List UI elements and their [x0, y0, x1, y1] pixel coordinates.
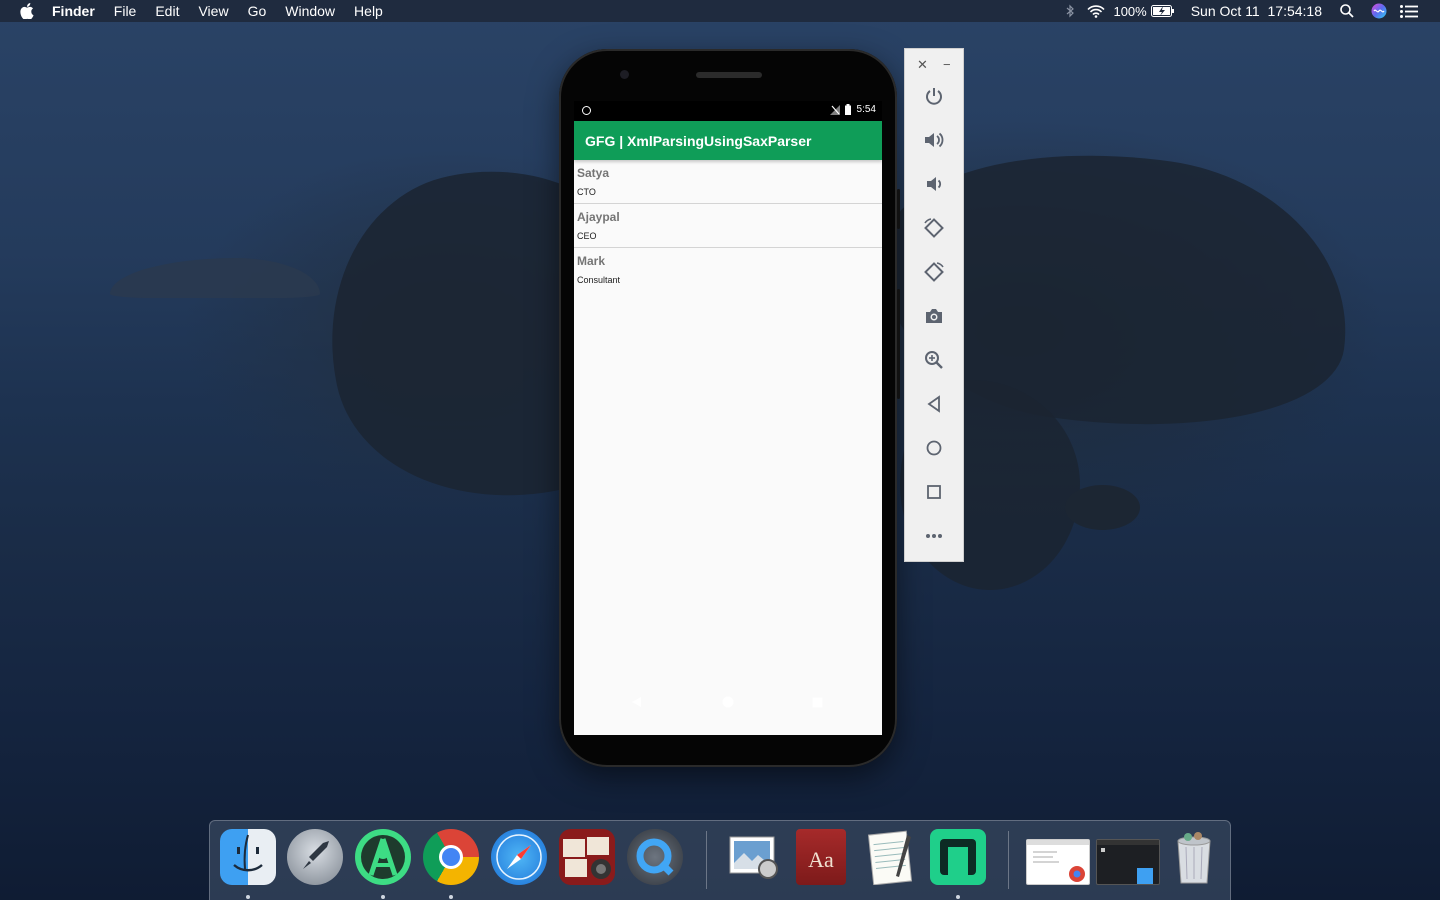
dock-photo-booth-icon[interactable] — [559, 829, 615, 885]
menu-bar: Finder File Edit View Go Window Help 100… — [0, 0, 1440, 22]
bluetooth-icon[interactable] — [1066, 4, 1075, 18]
dock-dictionary-icon[interactable]: Aa — [796, 829, 846, 885]
dock-safari-icon[interactable] — [491, 829, 547, 885]
list-item[interactable]: Satya CTO — [574, 160, 882, 204]
apple-icon[interactable] — [20, 3, 34, 19]
nav-overview-icon[interactable] — [812, 697, 823, 708]
clock[interactable]: Sun Oct 11 17:54:18 — [1191, 3, 1322, 19]
menu-app-name[interactable]: Finder — [52, 3, 95, 19]
menu-window[interactable]: Window — [285, 3, 335, 19]
menu-view[interactable]: View — [198, 3, 228, 19]
employee-role: Consultant — [577, 275, 621, 285]
home-icon — [926, 440, 942, 456]
dock-chrome-icon[interactable] — [423, 829, 479, 885]
wallpaper-rock — [1065, 485, 1140, 530]
android-status-bar: 5:54 — [574, 101, 882, 121]
zoom-icon — [925, 351, 943, 369]
volume-down-icon — [927, 177, 942, 191]
wifi-icon[interactable] — [1087, 4, 1106, 18]
menu-go[interactable]: Go — [248, 3, 267, 19]
phone-screen: 5:54 GFG | XmlParsingUsingSaxParser Saty… — [574, 101, 882, 735]
dock-finder-icon[interactable] — [220, 829, 276, 885]
camera-icon — [926, 309, 942, 323]
app-toolbar: GFG | XmlParsingUsingSaxParser — [574, 121, 882, 160]
dock-quicktime-icon[interactable] — [627, 829, 683, 885]
screenshot-button[interactable] — [921, 303, 947, 329]
list-item[interactable]: Mark Consultant — [574, 248, 882, 291]
employee-list: Satya CTO Ajaypal CEO Mark Consultant — [574, 160, 882, 291]
dock-green-app-icon[interactable] — [930, 829, 986, 885]
running-indicator — [246, 895, 250, 899]
overview-icon — [927, 485, 941, 499]
employee-role: CEO — [577, 231, 597, 241]
back-button[interactable] — [921, 391, 947, 417]
notification-center-icon[interactable] — [1400, 4, 1418, 18]
status-time: 5:54 — [856, 104, 876, 115]
employee-name: Ajaypal — [577, 210, 620, 224]
battery-icon[interactable] — [1150, 5, 1175, 17]
dock: Aa — [209, 820, 1231, 900]
dock-finder-window-thumbnail[interactable] — [1096, 839, 1160, 885]
battery-status-icon — [844, 104, 851, 115]
battery-percent[interactable]: 100% — [1113, 4, 1146, 19]
employee-role: CTO — [577, 187, 596, 197]
power-button[interactable] — [921, 83, 947, 109]
volume-up-button[interactable] — [921, 127, 947, 153]
employee-name: Mark — [577, 254, 606, 268]
rotate-right-icon — [924, 262, 944, 282]
earpiece-speaker — [696, 72, 762, 78]
menu-edit[interactable]: Edit — [155, 3, 179, 19]
rotate-left-button[interactable] — [921, 215, 947, 241]
android-emulator-phone: 5:54 GFG | XmlParsingUsingSaxParser Saty… — [559, 49, 900, 767]
dock-launchpad-icon[interactable] — [287, 829, 343, 885]
volume-up-icon — [925, 132, 944, 148]
no-signal-icon — [829, 104, 840, 115]
close-icon[interactable]: ✕ — [917, 57, 928, 73]
nav-back-icon[interactable] — [631, 696, 643, 708]
phone-volume-button[interactable] — [897, 289, 900, 399]
svg-text:Aa: Aa — [808, 847, 834, 872]
front-camera — [620, 70, 629, 79]
rotate-left-icon — [924, 218, 944, 238]
back-icon — [927, 395, 940, 413]
overview-button[interactable] — [921, 479, 947, 505]
android-nav-bar — [574, 685, 882, 719]
dock-separator — [706, 831, 707, 889]
power-icon — [926, 88, 942, 105]
dock-android-studio-icon[interactable] — [355, 829, 411, 885]
employee-name: Satya — [577, 166, 610, 180]
menu-help[interactable]: Help — [354, 3, 383, 19]
notification-dot-icon — [582, 106, 591, 115]
dock-chrome-window-thumbnail[interactable] — [1026, 839, 1090, 885]
dock-preview-icon[interactable] — [726, 829, 782, 885]
more-icon — [926, 534, 942, 538]
zoom-button[interactable] — [921, 347, 947, 373]
running-indicator — [381, 895, 385, 899]
menu-file[interactable]: File — [114, 3, 137, 19]
rotate-right-button[interactable] — [921, 259, 947, 285]
running-indicator — [956, 895, 960, 899]
siri-icon[interactable] — [1371, 3, 1387, 19]
dock-trash-icon[interactable] — [1166, 829, 1222, 885]
spotlight-search-icon[interactable] — [1340, 4, 1354, 18]
app-title: GFG | XmlParsingUsingSaxParser — [585, 133, 812, 149]
dock-separator — [1008, 831, 1009, 889]
nav-home-icon[interactable] — [722, 696, 734, 708]
phone-power-button[interactable] — [897, 189, 900, 229]
wallpaper-island-far — [110, 258, 320, 298]
dock-textedit-icon[interactable] — [863, 829, 919, 886]
home-button[interactable] — [921, 435, 947, 461]
volume-down-button[interactable] — [921, 171, 947, 197]
running-indicator — [449, 895, 453, 899]
list-item[interactable]: Ajaypal CEO — [574, 204, 882, 248]
more-button[interactable] — [921, 523, 947, 549]
emulator-control-panel: ✕ − — [904, 48, 964, 562]
minimize-icon[interactable]: − — [943, 57, 951, 72]
